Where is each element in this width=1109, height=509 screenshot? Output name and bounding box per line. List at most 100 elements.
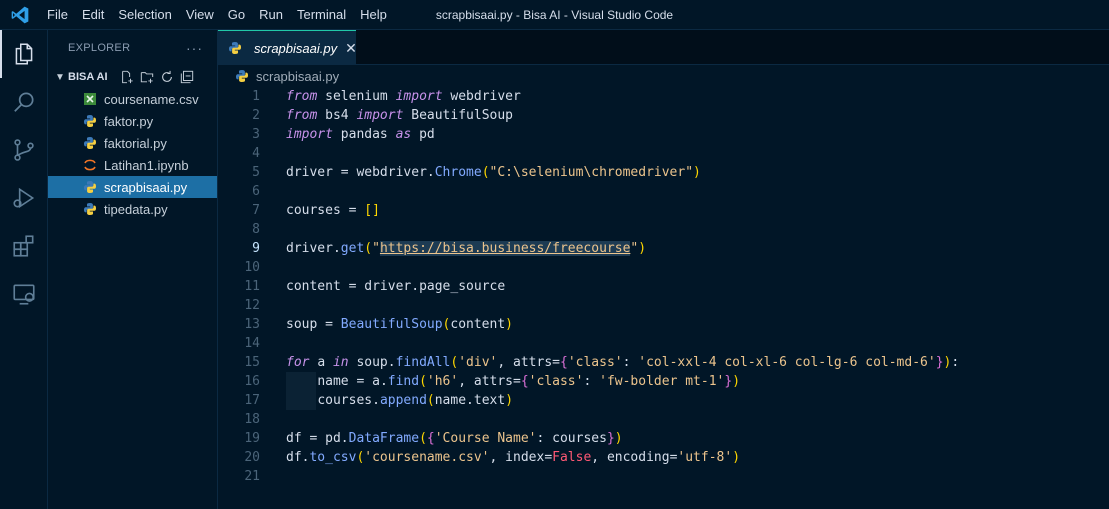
- active-indicator: [0, 30, 2, 78]
- line-number: 20: [244, 450, 260, 465]
- line-number: 8: [252, 222, 260, 237]
- code-line[interactable]: 16 name = a.find('h6', attrs={'class': '…: [218, 372, 1109, 391]
- run-debug-icon: [13, 187, 35, 209]
- collapse-all-icon[interactable]: [180, 70, 194, 84]
- menu-selection[interactable]: Selection: [111, 0, 178, 30]
- file-label: tipedata.py: [104, 201, 168, 217]
- file-item-latihan1-ipynb[interactable]: Latihan1.ipynb: [48, 154, 217, 176]
- code-line[interactable]: 18: [218, 410, 1109, 429]
- chevron-down-icon: ▼: [55, 71, 65, 83]
- line-number: 1: [252, 89, 260, 104]
- code-text: from selenium import webdriver: [286, 89, 521, 104]
- line-number: 6: [252, 184, 260, 199]
- editor-tab-bar: scrapbisaai.py ✕: [218, 30, 1109, 65]
- new-file-icon[interactable]: [120, 70, 134, 84]
- menu-bar: File Edit Selection View Go Run Terminal…: [40, 0, 394, 30]
- code-line[interactable]: 5 driver = webdriver.Chrome("C:\selenium\…: [218, 163, 1109, 182]
- code-line[interactable]: 9 driver.get("https://bisa.business/freec…: [218, 239, 1109, 258]
- breadcrumb-file[interactable]: scrapbisaai.py: [256, 69, 339, 84]
- file-item-coursename-csv[interactable]: coursename.csv: [48, 88, 217, 110]
- line-number: 5: [252, 165, 260, 180]
- file-label: scrapbisaai.py: [104, 179, 188, 195]
- refresh-icon[interactable]: [160, 70, 174, 84]
- line-number: 11: [244, 279, 260, 294]
- code-text: df.to_csv('coursename.csv', index=False,…: [286, 450, 741, 465]
- activity-run-debug[interactable]: [0, 174, 48, 222]
- title-bar: File Edit Selection View Go Run Terminal…: [0, 0, 1109, 30]
- python-file-icon: [228, 40, 242, 56]
- csv-file-icon: [82, 91, 98, 107]
- python-file-icon: [82, 179, 98, 195]
- file-label: Latihan1.ipynb: [104, 157, 189, 173]
- code-text: content = driver.page_source: [286, 279, 506, 294]
- file-item-faktor-py[interactable]: faktor.py: [48, 110, 217, 132]
- code-line[interactable]: 20 df.to_csv('coursename.csv', index=Fals…: [218, 448, 1109, 467]
- remote-explorer-icon: [13, 284, 35, 305]
- python-file-icon: [82, 135, 98, 151]
- code-text: import pandas as pd: [286, 127, 435, 142]
- code-line[interactable]: 6: [218, 182, 1109, 201]
- code-line[interactable]: 13 soup = BeautifulSoup(content): [218, 315, 1109, 334]
- menu-go[interactable]: Go: [221, 0, 252, 30]
- menu-run[interactable]: Run: [252, 0, 290, 30]
- explorer-title: EXPLORER: [68, 42, 131, 54]
- file-label: coursename.csv: [104, 91, 199, 107]
- file-item-scrapbisaai-py[interactable]: scrapbisaai.py: [48, 176, 217, 198]
- code-line[interactable]: 12: [218, 296, 1109, 315]
- more-actions-icon[interactable]: ···: [186, 40, 203, 56]
- code-text: driver = webdriver.Chrome("C:\selenium\c…: [286, 165, 701, 180]
- folder-bisa-ai[interactable]: ▼ BISA AI: [48, 66, 217, 88]
- code-text: courses = []: [286, 203, 380, 218]
- menu-file[interactable]: File: [40, 0, 75, 30]
- line-number: 17: [244, 393, 260, 408]
- line-number: 13: [244, 317, 260, 332]
- line-number: 14: [244, 336, 260, 351]
- code-text: name = a.find('h6', attrs={'class': 'fw-…: [317, 374, 741, 389]
- file-item-tipedata-py[interactable]: tipedata.py: [48, 198, 217, 220]
- menu-terminal[interactable]: Terminal: [290, 0, 353, 30]
- code-line[interactable]: 21: [218, 467, 1109, 486]
- code-line[interactable]: 11 content = driver.page_source: [218, 277, 1109, 296]
- code-line[interactable]: 10: [218, 258, 1109, 277]
- file-item-faktorial-py[interactable]: faktorial.py: [48, 132, 217, 154]
- code-line[interactable]: 2 from bs4 import BeautifulSoup: [218, 106, 1109, 125]
- activity-source-control[interactable]: [0, 126, 48, 174]
- line-number: 19: [244, 431, 260, 446]
- python-file-icon: [234, 68, 250, 84]
- line-number: 15: [244, 355, 260, 370]
- file-label: faktorial.py: [104, 135, 167, 151]
- line-number: 2: [252, 108, 260, 123]
- activity-bar: [0, 30, 48, 509]
- code-line[interactable]: 7 courses = []: [218, 201, 1109, 220]
- activity-search[interactable]: [0, 78, 48, 126]
- activity-explorer[interactable]: [0, 30, 48, 78]
- code-line[interactable]: 3 import pandas as pd: [218, 125, 1109, 144]
- explorer-icon: [15, 43, 33, 65]
- tab-scrapbisaai-py[interactable]: scrapbisaai.py ✕: [218, 30, 357, 65]
- code-line[interactable]: 19 df = pd.DataFrame({'Course Name': cour…: [218, 429, 1109, 448]
- menu-help[interactable]: Help: [353, 0, 394, 30]
- activity-remote-explorer[interactable]: [0, 270, 48, 318]
- code-line[interactable]: 1 from selenium import webdriver: [218, 87, 1109, 106]
- menu-view[interactable]: View: [179, 0, 221, 30]
- file-label: faktor.py: [104, 113, 154, 129]
- close-icon[interactable]: ✕: [345, 40, 357, 57]
- breadcrumb[interactable]: scrapbisaai.py: [218, 65, 1109, 87]
- line-number: 10: [244, 260, 260, 275]
- code-text: df = pd.DataFrame({'Course Name': course…: [286, 431, 623, 446]
- code-line[interactable]: 17 courses.append(name.text): [218, 391, 1109, 410]
- line-number: 9: [252, 241, 260, 256]
- line-number: 3: [252, 127, 260, 142]
- activity-extensions[interactable]: [0, 222, 48, 270]
- explorer-sidebar: EXPLORER ··· ▼ BISA AI coursename.csv fa…: [48, 30, 218, 509]
- code-line[interactable]: 8: [218, 220, 1109, 239]
- menu-edit[interactable]: Edit: [75, 0, 111, 30]
- code-line[interactable]: 14: [218, 334, 1109, 353]
- python-file-icon: [82, 201, 98, 217]
- code-text: for a in soup.findAll('div', attrs={'cla…: [286, 355, 960, 370]
- code-line[interactable]: 4: [218, 144, 1109, 163]
- code-editor[interactable]: 1 from selenium import webdriver 2 from bs4…: [218, 87, 1109, 509]
- new-folder-icon[interactable]: [140, 70, 154, 84]
- code-text: soup = BeautifulSoup(content): [286, 317, 513, 332]
- code-line[interactable]: 15 for a in soup.findAll('div', attrs={'c…: [218, 353, 1109, 372]
